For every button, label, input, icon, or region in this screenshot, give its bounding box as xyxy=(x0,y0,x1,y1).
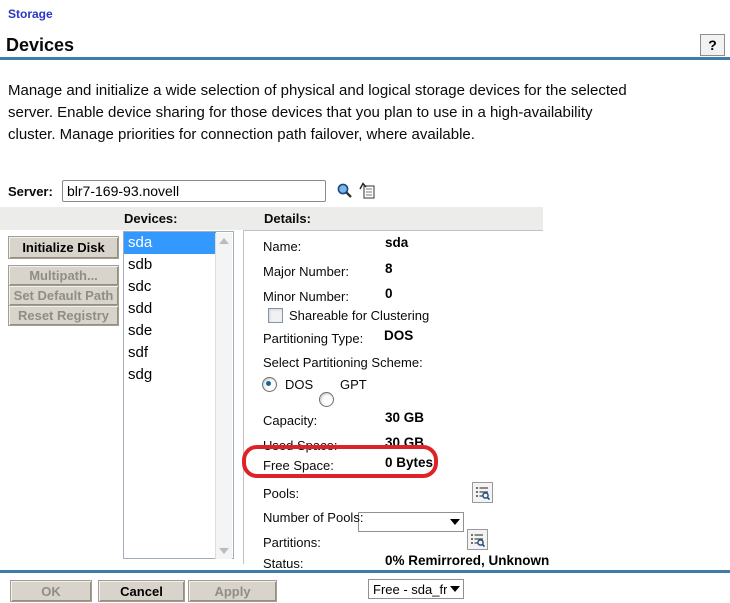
list-item-sdc[interactable]: sdc xyxy=(124,276,216,298)
minor-number-value: 0 xyxy=(385,286,393,301)
radio-dos-label: DOS xyxy=(285,377,313,392)
server-input[interactable] xyxy=(62,180,326,202)
scroll-up-icon[interactable] xyxy=(219,238,229,244)
minor-number-label: Minor Number: xyxy=(263,289,349,304)
chevron-down-icon xyxy=(450,519,460,525)
capacity-label: Capacity: xyxy=(263,413,317,428)
details-column-header: Details: xyxy=(264,211,311,226)
list-magnifier-icon xyxy=(470,532,485,547)
footer-divider xyxy=(0,570,730,573)
reset-registry-label: Reset Registry xyxy=(18,308,109,323)
list-item-sdd[interactable]: sdd xyxy=(124,298,216,320)
list-item-sdb[interactable]: sdb xyxy=(124,254,216,276)
capacity-value: 30 GB xyxy=(385,410,424,425)
object-selector-button[interactable] xyxy=(335,181,354,200)
scroll-down-icon[interactable] xyxy=(219,548,229,554)
ok-label: OK xyxy=(41,584,61,599)
partitions-label: Partitions: xyxy=(263,535,321,550)
page-description: Manage and initialize a wide selection o… xyxy=(8,80,633,146)
annotation-red-oval xyxy=(242,445,438,478)
partitioning-type-label: Partitioning Type: xyxy=(263,331,363,346)
radio-dos[interactable] xyxy=(262,377,277,392)
apply-button[interactable]: Apply xyxy=(188,580,277,602)
apply-label: Apply xyxy=(214,584,250,599)
chevron-down-icon xyxy=(450,586,460,592)
question-mark-icon: ? xyxy=(708,37,717,53)
devices-column-header: Devices: xyxy=(124,211,177,226)
list-item-sde[interactable]: sde xyxy=(124,320,216,342)
list-item-sdg[interactable]: sdg xyxy=(124,364,216,386)
partitions-dropdown[interactable]: Free - sda_fr xyxy=(368,579,464,599)
multipath-button[interactable]: Multipath... xyxy=(8,265,119,286)
name-value: sda xyxy=(385,235,408,250)
shareable-checkbox[interactable] xyxy=(268,308,283,323)
multipath-label: Multipath... xyxy=(29,268,98,283)
name-label: Name: xyxy=(263,239,301,254)
shareable-label: Shareable for Clustering xyxy=(289,308,429,323)
list-item-sda[interactable]: sda xyxy=(124,232,216,254)
page-title: Devices xyxy=(6,35,74,56)
pools-label: Pools: xyxy=(263,486,299,501)
initialize-disk-button[interactable]: Initialize Disk xyxy=(8,236,119,259)
details-left-border xyxy=(243,230,244,564)
list-item-sdf[interactable]: sdf xyxy=(124,342,216,364)
status-label: Status: xyxy=(263,556,303,571)
radio-gpt-label: GPT xyxy=(340,377,367,392)
set-default-path-label: Set Default Path xyxy=(14,288,114,303)
partitioning-type-value: DOS xyxy=(384,328,413,343)
major-number-label: Major Number: xyxy=(263,264,349,279)
partitions-dropdown-value: Free - sda_fr xyxy=(373,582,447,597)
ok-button[interactable]: OK xyxy=(10,580,92,602)
device-listbox[interactable]: sda sdb sdc sdd sde sdf sdg xyxy=(123,231,234,559)
radio-gpt[interactable] xyxy=(319,392,334,407)
help-button[interactable]: ? xyxy=(700,34,725,56)
list-scrollbar[interactable] xyxy=(215,233,232,559)
title-divider xyxy=(0,57,730,60)
reset-registry-button[interactable]: Reset Registry xyxy=(8,305,119,326)
object-history-icon xyxy=(359,182,376,199)
details-top-border xyxy=(243,230,543,231)
partition-details-button[interactable] xyxy=(467,529,488,550)
cancel-button[interactable]: Cancel xyxy=(98,580,185,602)
cancel-label: Cancel xyxy=(120,584,163,599)
list-magnifier-icon xyxy=(475,485,490,500)
status-value: 0% Remirrored, Unknown xyxy=(385,553,549,568)
pool-details-button[interactable] xyxy=(472,482,493,503)
pools-dropdown[interactable] xyxy=(358,512,464,532)
set-default-path-button[interactable]: Set Default Path xyxy=(8,285,119,306)
server-label: Server: xyxy=(8,184,53,199)
object-history-button[interactable] xyxy=(358,181,377,200)
initialize-disk-label: Initialize Disk xyxy=(22,240,104,255)
search-icon xyxy=(336,182,353,199)
scheme-label: Select Partitioning Scheme: xyxy=(263,355,423,370)
number-of-pools-label: Number of Pools: xyxy=(263,510,363,525)
major-number-value: 8 xyxy=(385,261,393,276)
breadcrumb-storage-link[interactable]: Storage xyxy=(8,7,53,21)
